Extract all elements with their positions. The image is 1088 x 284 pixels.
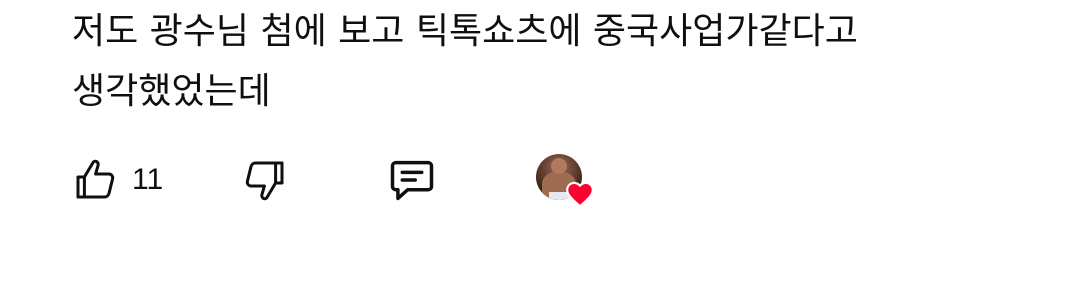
heart-icon — [564, 178, 596, 210]
thumbs-up-icon — [72, 156, 120, 204]
comment-bubble-icon — [386, 154, 438, 206]
dislike-button[interactable] — [240, 150, 288, 210]
creator-heart-badge — [536, 154, 594, 208]
like-count: 11 — [132, 163, 164, 196]
thumbs-down-icon — [240, 156, 288, 204]
comment-text: 저도 광수님 첨에 보고 틱톡쇼츠에 중국사업가같다고 생각했었는데 — [72, 11, 858, 112]
like-button[interactable]: 11 — [72, 150, 163, 210]
comment-action-bar: 11 — [72, 150, 772, 210]
creator-heart — [536, 150, 594, 210]
comment-item: 저도 광수님 첨에 보고 틱톡쇼츠에 중국사업가같다고 생각했었는데 11 — [0, 0, 1088, 284]
reply-button[interactable] — [386, 150, 438, 210]
